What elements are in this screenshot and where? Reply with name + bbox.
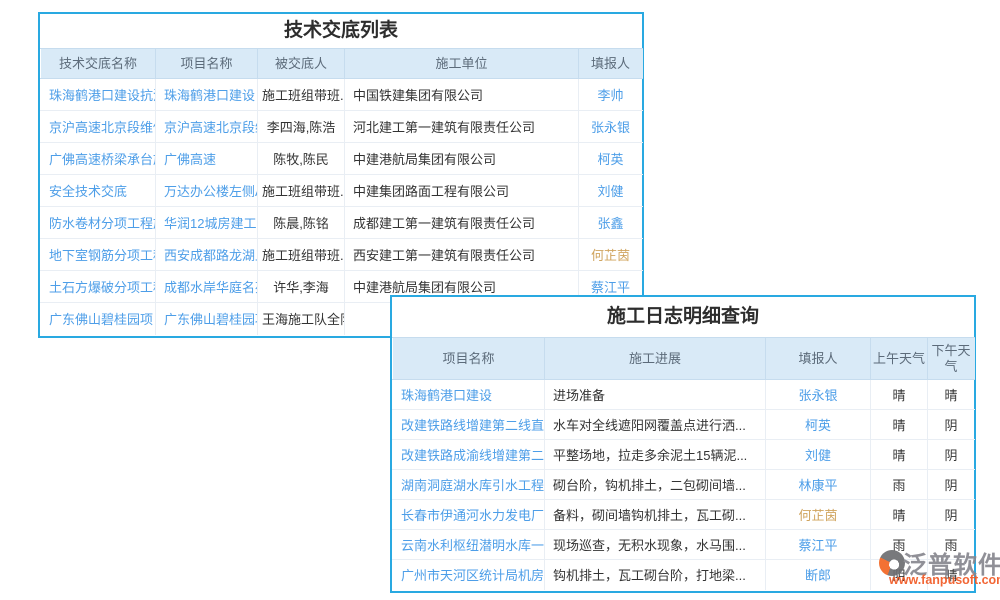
disclosed-to-cell: 施工班组带班... (258, 79, 345, 111)
reporter-link[interactable]: 蔡江平 (766, 530, 871, 560)
project-name-link[interactable]: 万达办公楼左侧A... (156, 175, 258, 207)
project-name-link[interactable]: 西安成都路龙湖上... (156, 239, 258, 271)
reporter-link[interactable]: 柯英 (579, 143, 643, 175)
col-header-afternoon-weather: 下午天气 (928, 338, 975, 380)
morning-weather-cell: 晴 (871, 410, 928, 440)
reporter-link[interactable]: 何芷茵 (766, 500, 871, 530)
project-name-link[interactable]: 长春市伊通河水力发电厂改建工程 (393, 500, 545, 530)
afternoon-weather-cell: 阴 (928, 440, 975, 470)
disclosed-to-cell: 王海施工队全队 (258, 303, 345, 335)
afternoon-weather-cell: 阴 (928, 470, 975, 500)
construction-unit-cell: 中国铁建集团有限公司 (345, 79, 579, 111)
table-row: 京沪高速北京段维修 京沪高速北京段维修 李四海,陈浩 河北建工第一建筑有限责任公… (41, 111, 643, 143)
technical-disclosure-panel: 技术交底列表 技术交底名称 项目名称 被交底人 施工单位 填报人 珠海鹤港口建设… (38, 12, 644, 338)
morning-weather-cell: 雨 (871, 470, 928, 500)
table2-header-row: 项目名称 施工进展 填报人 上午天气 下午天气 (393, 338, 975, 380)
reporter-link[interactable]: 何芷茵 (579, 239, 643, 271)
disclosure-name-link[interactable]: 广佛高速桥梁承台施... (41, 143, 156, 175)
disclosed-to-cell: 陈晨,陈铭 (258, 207, 345, 239)
project-name-link[interactable]: 改建铁路线增建第二线直通线 (393, 410, 545, 440)
reporter-link[interactable]: 张鑫 (579, 207, 643, 239)
disclosure-name-link[interactable]: 广东佛山碧桂园项目... (41, 303, 156, 335)
afternoon-weather-cell: 阴 (928, 410, 975, 440)
disclosed-to-cell: 李四海,陈浩 (258, 111, 345, 143)
progress-cell: 砌台阶，钩机排土，二包砌间墙... (545, 470, 766, 500)
construction-unit-cell: 河北建工第一建筑有限责任公司 (345, 111, 579, 143)
col-header-progress: 施工进展 (545, 338, 766, 380)
project-name-link[interactable]: 成都水岸华庭名苑... (156, 271, 258, 303)
project-name-link[interactable]: 华润12城房建工... (156, 207, 258, 239)
col-header-construction-unit: 施工单位 (345, 49, 579, 79)
reporter-link[interactable]: 林康平 (766, 470, 871, 500)
project-name-link[interactable]: 广佛高速 (156, 143, 258, 175)
disclosure-name-link[interactable]: 珠海鹤港口建设抗浮... (41, 79, 156, 111)
table-row: 长春市伊通河水力发电厂改建工程 备料，砌间墙钩机排土，瓦工砌... 何芷茵 晴 … (393, 500, 975, 530)
table-row: 改建铁路成渝线增建第二直通线 平整场地，拉走多余泥土15辆泥... 刘健 晴 阴 (393, 440, 975, 470)
progress-cell: 平整场地，拉走多余泥土15辆泥... (545, 440, 766, 470)
construction-unit-cell: 中建集团路面工程有限公司 (345, 175, 579, 207)
table-row: 珠海鹤港口建设 进场准备 张永银 晴 晴 (393, 380, 975, 410)
disclosed-to-cell: 陈牧,陈民 (258, 143, 345, 175)
table-row: 改建铁路线增建第二线直通线 水车对全线遮阳网覆盖点进行洒... 柯英 晴 阴 (393, 410, 975, 440)
panel2-title: 施工日志明细查询 (392, 297, 974, 337)
project-name-link[interactable]: 珠海鹤港口建设 (156, 79, 258, 111)
reporter-link[interactable]: 刘健 (579, 175, 643, 207)
progress-cell: 现场巡查，无积水现象，水马围... (545, 530, 766, 560)
watermark-url: www.fanpusoft.com (889, 573, 1000, 587)
construction-unit-cell: 西安建工第一建筑有限责任公司 (345, 239, 579, 271)
technical-disclosure-table: 技术交底名称 项目名称 被交底人 施工单位 填报人 珠海鹤港口建设抗浮... 珠… (40, 48, 643, 335)
table-row: 安全技术交底 万达办公楼左侧A... 施工班组带班... 中建集团路面工程有限公… (41, 175, 643, 207)
disclosure-name-link[interactable]: 地下室钢筋分项工程... (41, 239, 156, 271)
disclosed-to-cell: 施工班组带班... (258, 239, 345, 271)
project-name-link[interactable]: 广州市天河区统计局机房改造项目 (393, 560, 545, 590)
panel1-title: 技术交底列表 (40, 14, 642, 48)
progress-cell: 进场准备 (545, 380, 766, 410)
col-header-disclosed-to: 被交底人 (258, 49, 345, 79)
disclosure-name-link[interactable]: 土石方爆破分项工程... (41, 271, 156, 303)
table-row: 地下室钢筋分项工程... 西安成都路龙湖上... 施工班组带班... 西安建工第… (41, 239, 643, 271)
reporter-link[interactable]: 刘健 (766, 440, 871, 470)
project-name-link[interactable]: 广东佛山碧桂园项目 (156, 303, 258, 335)
progress-cell: 钩机排土，瓦工砌台阶，打地梁... (545, 560, 766, 590)
disclosed-to-cell: 施工班组带班... (258, 175, 345, 207)
disclosure-name-link[interactable]: 防水卷材分项工程施... (41, 207, 156, 239)
table-row: 防水卷材分项工程施... 华润12城房建工... 陈晨,陈铭 成都建工第一建筑有… (41, 207, 643, 239)
table-row: 珠海鹤港口建设抗浮... 珠海鹤港口建设 施工班组带班... 中国铁建集团有限公… (41, 79, 643, 111)
afternoon-weather-cell: 阴 (928, 500, 975, 530)
col-header-reporter: 填报人 (579, 49, 643, 79)
morning-weather-cell: 晴 (871, 440, 928, 470)
project-name-link[interactable]: 云南水利枢纽潜明水库一期工程 (393, 530, 545, 560)
table1-header-row: 技术交底名称 项目名称 被交底人 施工单位 填报人 (41, 49, 643, 79)
reporter-link[interactable]: 张永银 (766, 380, 871, 410)
col-header-project-name: 项目名称 (393, 338, 545, 380)
disclosure-name-link[interactable]: 京沪高速北京段维修 (41, 111, 156, 143)
morning-weather-cell: 晴 (871, 380, 928, 410)
project-name-link[interactable]: 改建铁路成渝线增建第二直通线 (393, 440, 545, 470)
construction-unit-cell: 中建港航局集团有限公司 (345, 143, 579, 175)
col-header-morning-weather: 上午天气 (871, 338, 928, 380)
project-name-link[interactable]: 京沪高速北京段维修 (156, 111, 258, 143)
morning-weather-cell: 晴 (871, 500, 928, 530)
table-row: 广佛高速桥梁承台施... 广佛高速 陈牧,陈民 中建港航局集团有限公司 柯英 (41, 143, 643, 175)
col-header-disclosure-name: 技术交底名称 (41, 49, 156, 79)
project-name-link[interactable]: 湖南洞庭湖水库引水工程施工标 (393, 470, 545, 500)
reporter-link[interactable]: 柯英 (766, 410, 871, 440)
progress-cell: 备料，砌间墙钩机排土，瓦工砌... (545, 500, 766, 530)
table-row: 湖南洞庭湖水库引水工程施工标 砌台阶，钩机排土，二包砌间墙... 林康平 雨 阴 (393, 470, 975, 500)
progress-cell: 水车对全线遮阳网覆盖点进行洒... (545, 410, 766, 440)
project-name-link[interactable]: 珠海鹤港口建设 (393, 380, 545, 410)
construction-unit-cell: 成都建工第一建筑有限责任公司 (345, 207, 579, 239)
reporter-link[interactable]: 李帅 (579, 79, 643, 111)
disclosure-name-link[interactable]: 安全技术交底 (41, 175, 156, 207)
col-header-reporter: 填报人 (766, 338, 871, 380)
reporter-link[interactable]: 张永银 (579, 111, 643, 143)
afternoon-weather-cell: 晴 (928, 380, 975, 410)
reporter-link[interactable]: 断郎 (766, 560, 871, 590)
disclosed-to-cell: 许华,李海 (258, 271, 345, 303)
col-header-project-name: 项目名称 (156, 49, 258, 79)
watermark: 泛普软件 www.fanpusoft.com (879, 546, 1000, 594)
